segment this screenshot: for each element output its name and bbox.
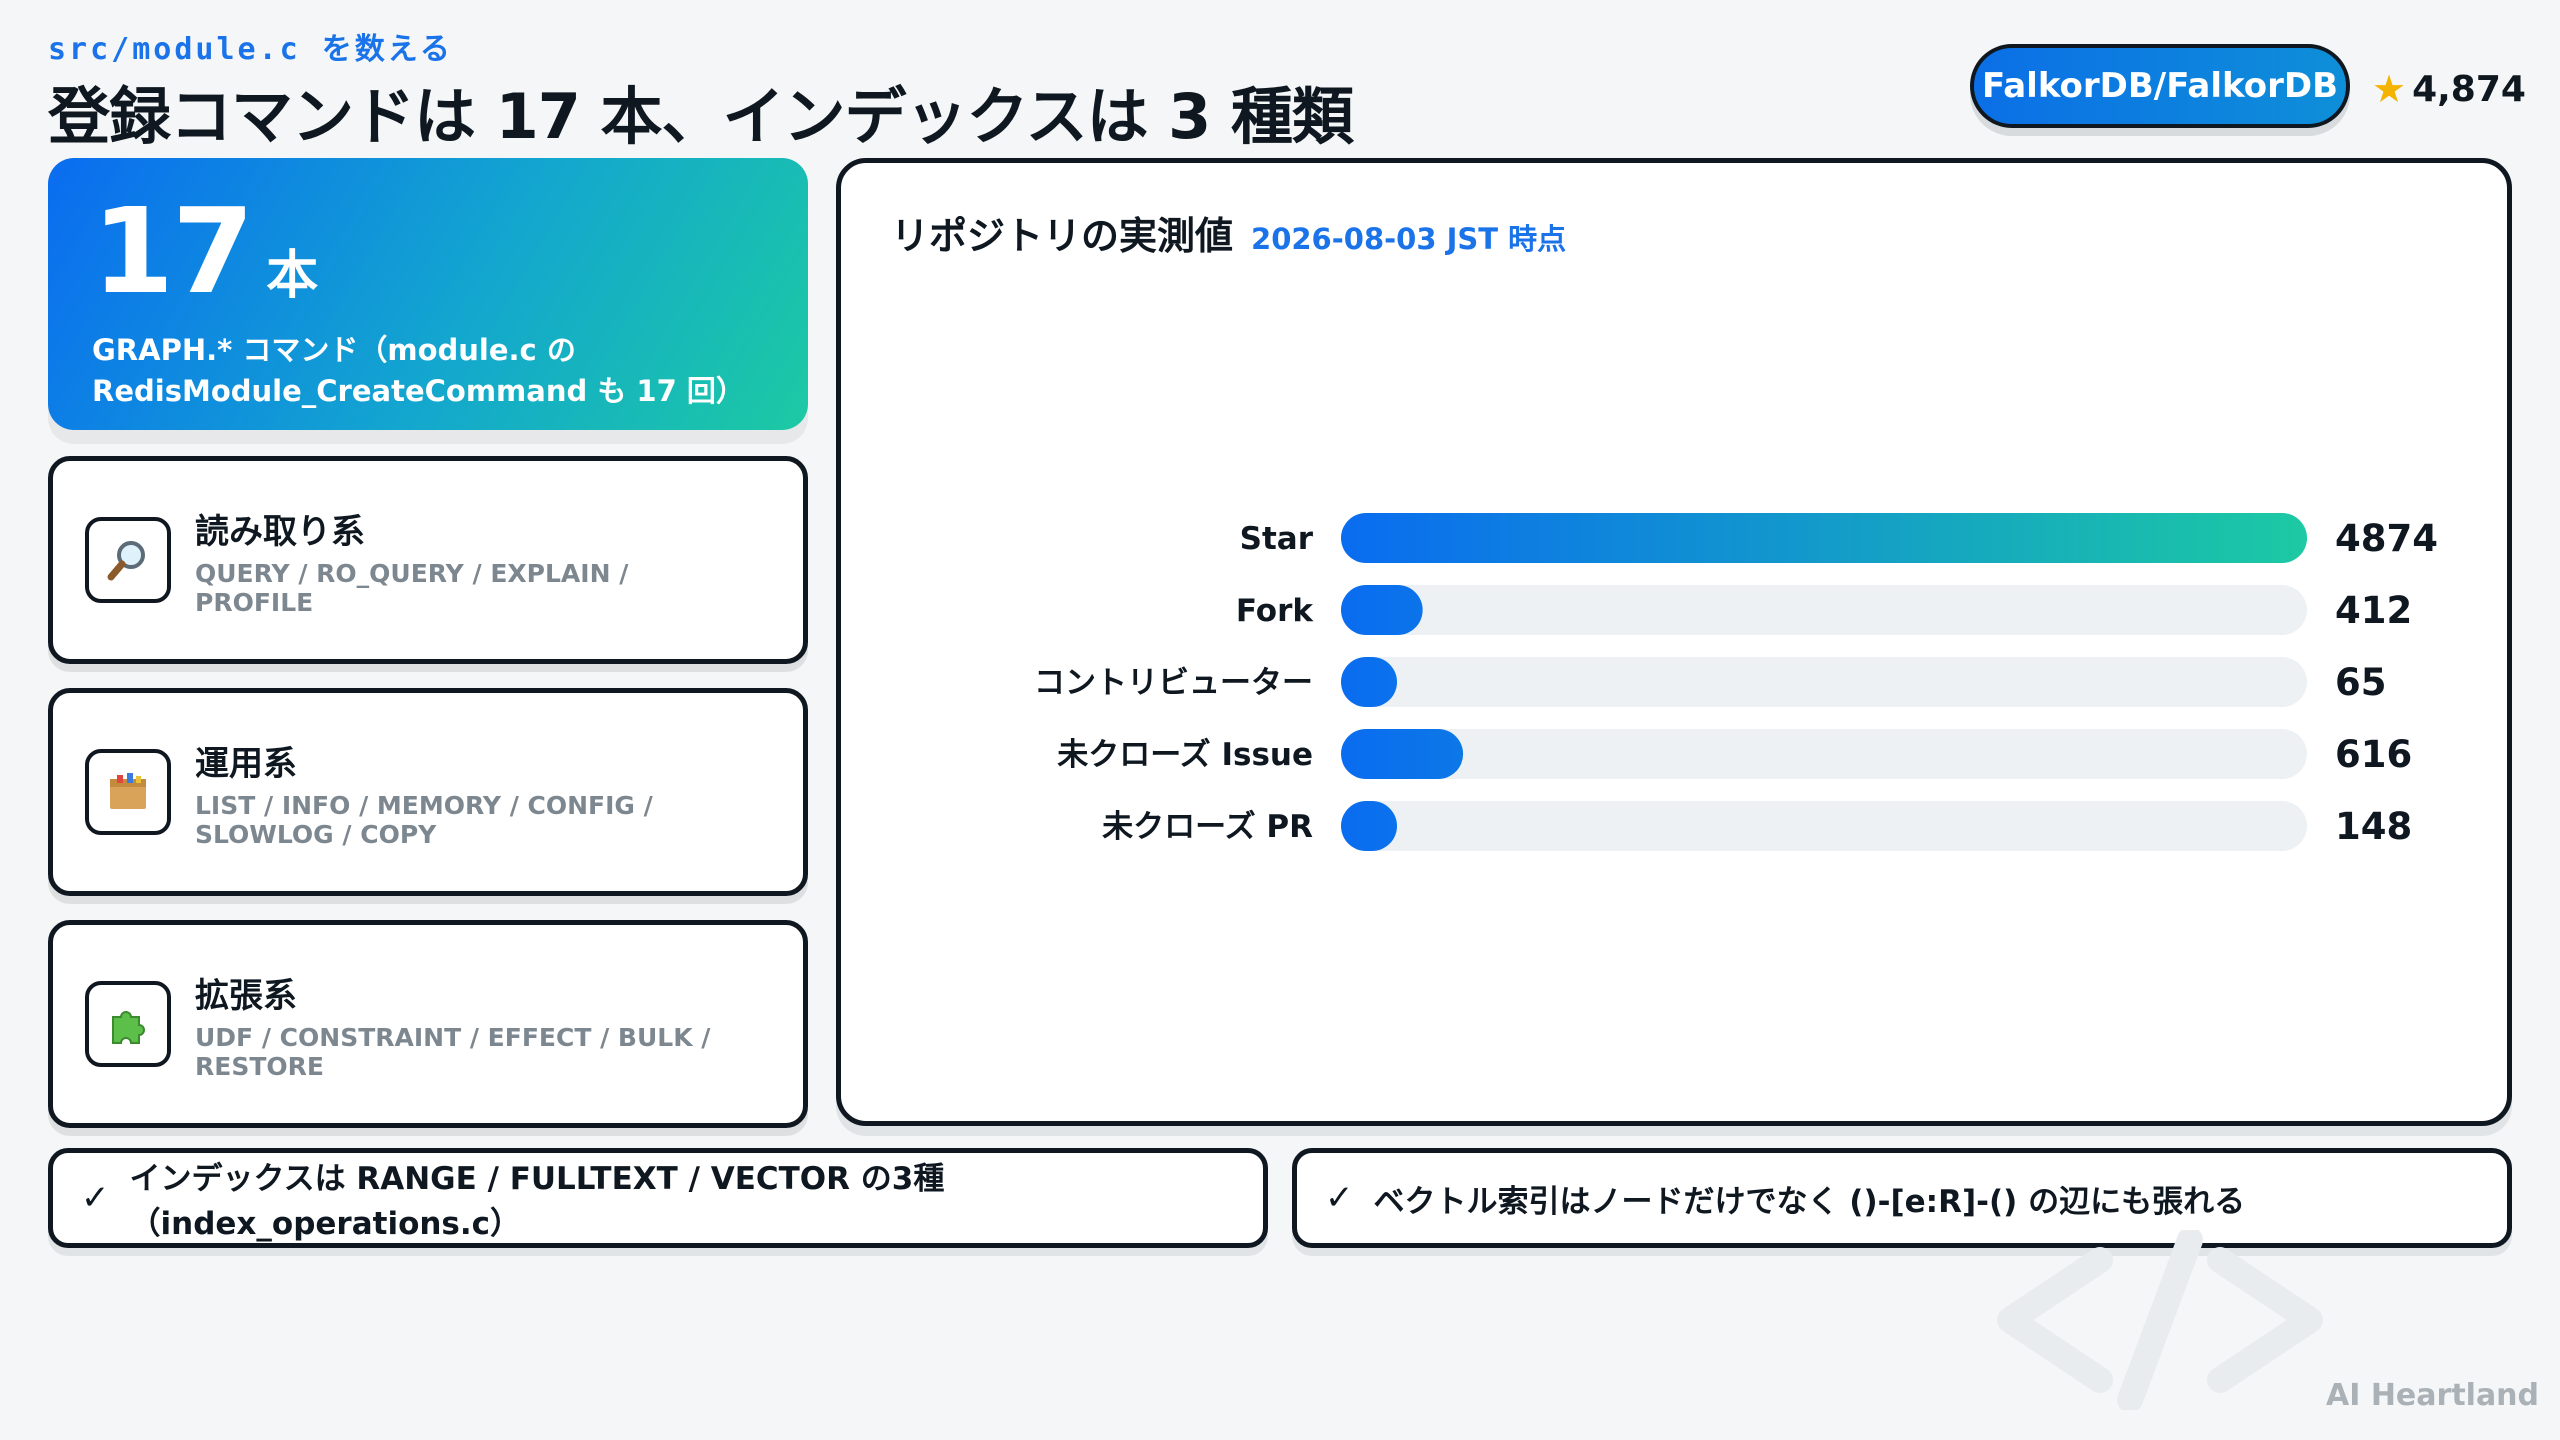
brand-label: AI Heartland xyxy=(2326,1378,2540,1413)
category-card-ops: 運用系 LIST / INFO / MEMORY / CONFIG / SLOW… xyxy=(48,688,808,896)
eyebrow-label: src/module.c を数える xyxy=(48,32,453,67)
hero-unit: 本 xyxy=(266,246,319,306)
bar-chart: Star 4874 Fork 412 コントリビューター 65 未クローズ Issue 616… xyxy=(1034,513,2438,851)
bar-label: 未クローズ PR xyxy=(1102,809,1313,845)
hero-number-row: 17 本 xyxy=(92,192,764,310)
bar-label: Star xyxy=(1240,521,1314,557)
code-watermark-icon xyxy=(1997,1230,2323,1410)
hero-card: 17 本 GRAPH.* コマンド（module.c の RedisModule… xyxy=(48,158,808,430)
category-card-read: 読み取り系 QUERY / RO_QUERY / EXPLAIN / PROFI… xyxy=(48,456,808,664)
category-commands: QUERY / RO_QUERY / EXPLAIN / PROFILE xyxy=(195,558,629,617)
bar-label: 未クローズ Issue xyxy=(1057,737,1313,773)
bar xyxy=(1341,585,1423,635)
bar-track xyxy=(1341,801,2307,851)
hero-description: GRAPH.* コマンド（module.c の RedisModule_Crea… xyxy=(92,330,764,412)
star-count-value: 4,874 xyxy=(2412,68,2526,110)
bar-value-label: 148 xyxy=(2335,805,2412,848)
repo-link-button[interactable]: FalkorDB/FalkorDB xyxy=(1970,44,2350,128)
bar xyxy=(1341,513,2307,563)
bar-value-label: 65 xyxy=(2335,661,2387,704)
note-index-types: ✓ インデックスは RANGE / FULLTEXT / VECTOR の3種（… xyxy=(48,1148,1268,1248)
bar-value-label: 616 xyxy=(2335,733,2412,776)
category-title: 拡張系 xyxy=(195,975,297,1016)
check-icon: ✓ xyxy=(81,1178,110,1218)
bar-track xyxy=(1341,657,2307,707)
bar xyxy=(1341,801,1397,851)
category-title: 読み取り系 xyxy=(195,511,365,552)
category-title: 運用系 xyxy=(195,743,297,784)
bar xyxy=(1341,657,1397,707)
metrics-panel: リポジトリの実測値 2026-08-03 JST 時点 Star 4874 Fork… xyxy=(836,158,2512,1126)
bar-value-label: 4874 xyxy=(2335,517,2438,560)
hero-desc-line2: RedisModule_CreateCommand も 17 回） xyxy=(92,374,745,408)
note-text: インデックスは RANGE / FULLTEXT / VECTOR の3種（in… xyxy=(129,1161,945,1242)
box-icon xyxy=(85,749,171,835)
star-icon: ★ xyxy=(2372,67,2407,111)
bar-label: Fork xyxy=(1236,593,1315,629)
category-commands: UDF / CONSTRAINT / EFFECT / BULK / RESTO… xyxy=(195,1022,711,1081)
bar-label: コントリビューター xyxy=(1034,665,1313,701)
star-count: ★ 4,874 xyxy=(2372,64,2526,114)
category-card-ext: 拡張系 UDF / CONSTRAINT / EFFECT / BULK / R… xyxy=(48,920,808,1128)
category-commands: LIST / INFO / MEMORY / CONFIG / SLOWLOG … xyxy=(195,790,653,849)
magnifier-icon xyxy=(85,517,171,603)
hero-desc-line1: GRAPH.* コマンド（module.c の xyxy=(92,333,576,367)
bar-track xyxy=(1341,729,2307,779)
page-title: 登録コマンドは 17 本、インデックスは 3 種類 xyxy=(48,80,1354,153)
puzzle-icon xyxy=(85,981,171,1067)
bar xyxy=(1341,729,1464,779)
bar-value-label: 412 xyxy=(2335,589,2412,632)
check-icon: ✓ xyxy=(1325,1178,1354,1218)
hero-number: 17 xyxy=(92,182,254,320)
bar-track xyxy=(1341,585,2307,635)
note-text: ベクトル索引はノードだけでなく ()-[e:R]-() の辺にも張れる xyxy=(1373,1183,2246,1220)
